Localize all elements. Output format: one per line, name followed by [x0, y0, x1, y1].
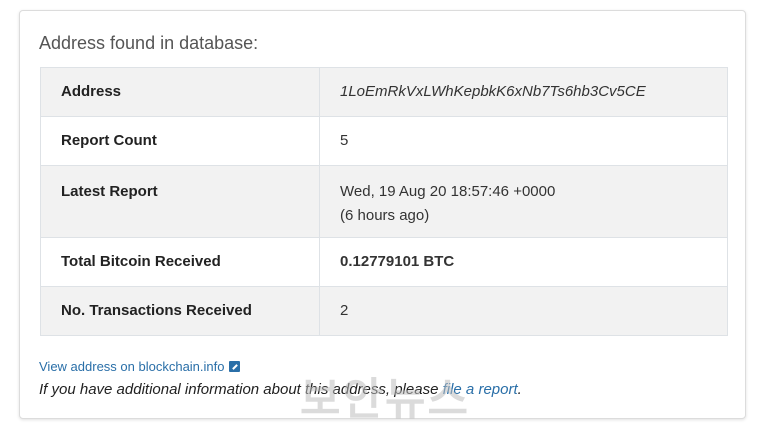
- file-report-link[interactable]: file a report: [443, 381, 518, 398]
- address-details-table: Address 1LoEmRkVxLWhKepbkK6xNb7Ts6hb3Cv5…: [40, 67, 728, 336]
- row-label-total-received: Total Bitcoin Received: [40, 237, 320, 287]
- total-received-value: 0.12779101 BTC: [319, 237, 728, 287]
- note-prefix: If you have additional information about…: [39, 381, 443, 398]
- latest-report-relative: (6 hours ago): [340, 207, 430, 224]
- note-suffix: .: [517, 381, 522, 398]
- tx-received-value: 2: [319, 286, 728, 336]
- table-row: Report Count 5: [40, 116, 728, 166]
- table-row: Latest Report Wed, 19 Aug 20 18:57:46 +0…: [40, 165, 728, 238]
- table-row: Total Bitcoin Received 0.12779101 BTC: [40, 237, 728, 287]
- report-count-value: 5: [319, 116, 728, 166]
- result-heading: Address found in database:: [39, 33, 259, 53]
- blockchain-link-line: View address on blockchain.info: [39, 359, 240, 374]
- external-link-icon: [228, 361, 240, 372]
- row-label-address: Address: [40, 67, 320, 117]
- blockchain-link[interactable]: View address on blockchain.info: [39, 359, 225, 374]
- latest-report-date: Wed, 19 Aug 20 18:57:46 +0000: [340, 183, 556, 200]
- row-label-report-count: Report Count: [40, 116, 320, 166]
- row-label-latest-report: Latest Report: [40, 165, 320, 238]
- report-note: If you have additional information about…: [39, 381, 522, 398]
- result-card: Address found in database: Address 1LoEm…: [19, 10, 746, 424]
- table-row: No. Transactions Received 2: [40, 286, 728, 336]
- row-label-tx-received: No. Transactions Received: [40, 286, 320, 336]
- address-value: 1LoEmRkVxLWhKepbkK6xNb7Ts6hb3Cv5CE: [319, 67, 728, 117]
- latest-report-value: Wed, 19 Aug 20 18:57:46 +0000 (6 hours a…: [319, 165, 728, 238]
- table-row: Address 1LoEmRkVxLWhKepbkK6xNb7Ts6hb3Cv5…: [40, 67, 728, 117]
